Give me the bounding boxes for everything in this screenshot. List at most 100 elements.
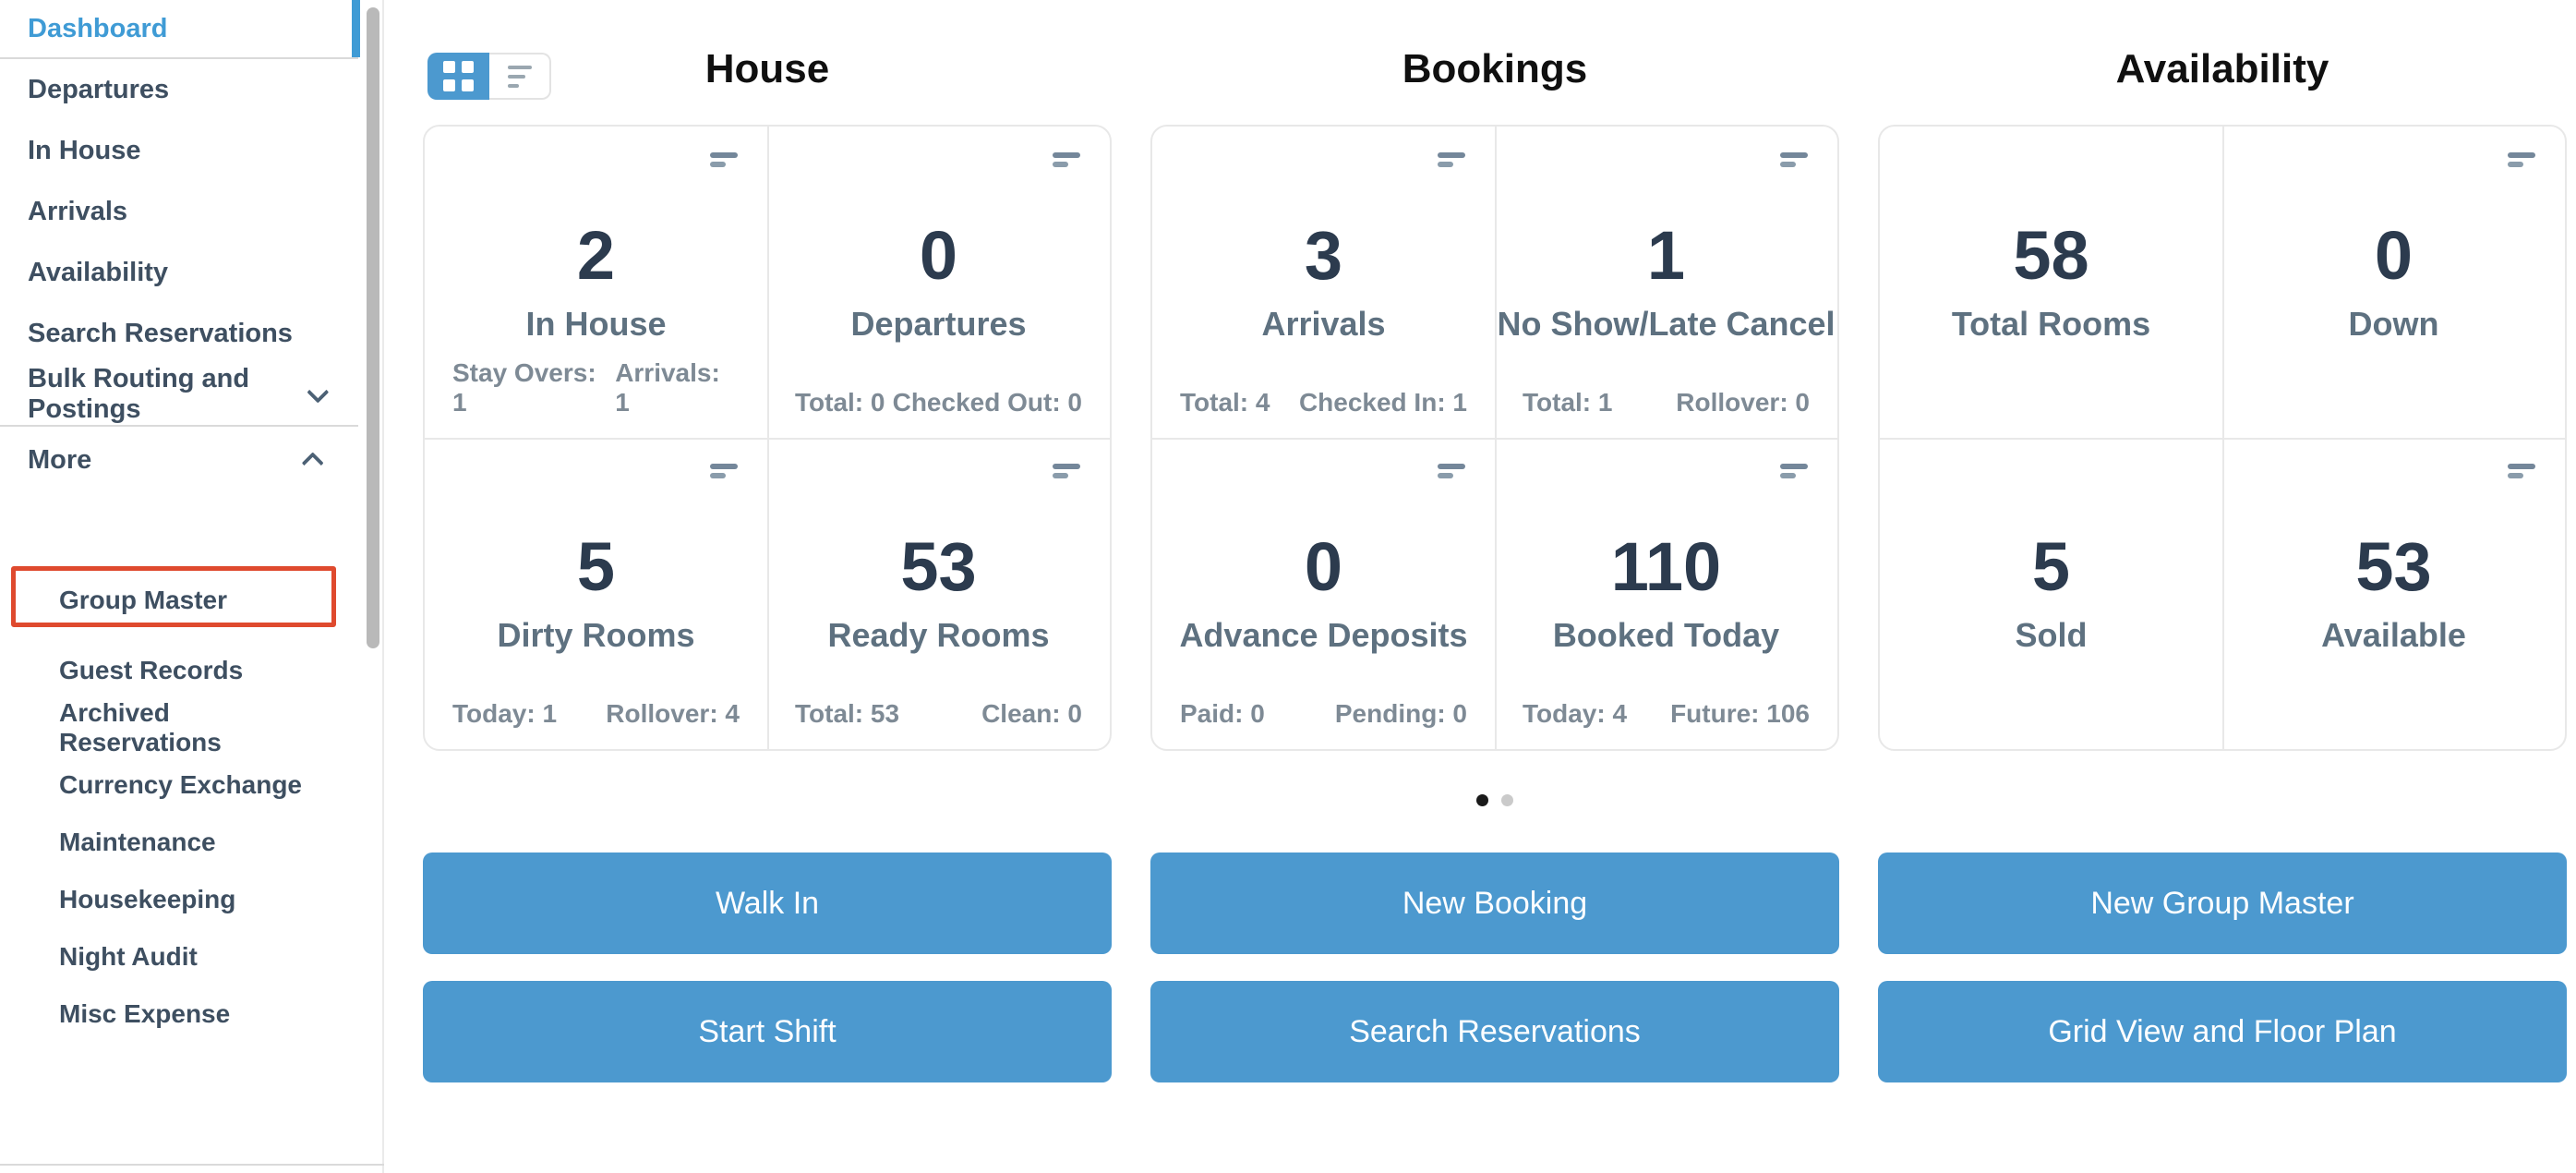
new-booking-button[interactable]: New Booking [1150,853,1839,954]
sidebar-item-bulk-routing-and-postings[interactable]: Bulk Routing and Postings [0,364,382,425]
dashboard-page: Dashboard Departures In House Arrivals A… [0,0,2576,1173]
sidebar: Dashboard Departures In House Arrivals A… [0,0,384,1173]
stat-detail-left: Paid: 0 [1180,699,1265,728]
sidebar-item-label: Search Reservations [28,318,293,348]
stat-detail-right: Clean: 0 [981,699,1082,728]
sidebar-scrollbar[interactable] [367,7,379,648]
stat-value: 5 [576,527,616,605]
stat-detail-left: Total: 0 [795,388,885,417]
stat-detail-right: Rollover: 0 [1676,388,1810,417]
sidebar-item-departures[interactable]: Departures [0,59,382,120]
sidebar-item-label: Dashboard [28,13,168,43]
search-reservations-button[interactable]: Search Reservations [1150,981,1839,1082]
stat-card-sold[interactable]: 5 Sold [1880,438,2222,749]
sidebar-item-archived-reservations[interactable]: Archived Reservations [0,698,382,756]
stat-value: 1 [1646,216,1686,294]
stat-card-available[interactable]: 53 Available [2222,438,2565,749]
stat-card-booked-today[interactable]: 110 Booked Today Today: 4 Future: 106 [1495,438,1837,749]
stat-card-advance-deposits[interactable]: 0 Advance Deposits Paid: 0 Pending: 0 [1152,438,1495,749]
sidebar-item-maintenance[interactable]: Maintenance [0,814,382,871]
stat-value: 53 [2355,527,2432,605]
bookings-section-card: 3 Arrivals Total: 4 Checked In: 1 1 No S… [1150,125,1839,751]
availability-section-card: 58 Total Rooms 0 Down 5 Sold 53 Availabl… [1878,125,2567,751]
stat-detail-left: Total: 1 [1523,388,1613,417]
stat-card-ready-rooms[interactable]: 53 Ready Rooms Total: 53 Clean: 0 [767,438,1110,749]
stat-card-dirty-rooms[interactable]: 5 Dirty Rooms Today: 1 Rollover: 4 [425,438,767,749]
card-menu-icon[interactable] [2508,464,2535,478]
section-headers: House Bookings Availability [423,46,2567,92]
sidebar-item-group-master[interactable]: Group Master [0,566,382,629]
sidebar-item-label: Currency Exchange [59,770,302,799]
card-menu-icon[interactable] [1438,152,1465,167]
sidebar-item-label: Guest Records [59,656,244,684]
sidebar-item-label: Archived Reservations [59,698,222,756]
stat-card-in-house[interactable]: 2 In House Stay Overs: 1 Arrivals: 1 [425,127,767,438]
section-title-bookings: Bookings [1402,46,1588,91]
stat-value: 2 [576,216,616,294]
carousel-pagination [423,794,2567,806]
new-group-master-button[interactable]: New Group Master [1878,853,2567,954]
chevron-down-icon [307,381,330,404]
card-menu-icon[interactable] [1053,464,1080,478]
stat-value: 5 [2031,527,2071,605]
sidebar-item-label: Misc Expense [59,999,231,1028]
sidebar-item-currency-exchange[interactable]: Currency Exchange [0,756,382,814]
stat-label: Ready Rooms [827,615,1050,654]
sidebar-item-dashboard[interactable]: Dashboard [0,0,382,57]
sidebar-item-arrivals[interactable]: Arrivals [0,181,382,242]
stat-value: 53 [900,527,977,605]
section-title-house: House [704,46,830,91]
sidebar-item-label: Night Audit [59,942,198,971]
section-title-availability: Availability [2115,46,2329,91]
sidebar-item-housekeeping[interactable]: Housekeeping [0,871,382,928]
sidebar-item-label: More [28,444,92,475]
sidebar-item-more[interactable]: More [0,427,382,493]
walk-in-button[interactable]: Walk In [423,853,1112,954]
grid-view-floor-plan-button[interactable]: Grid View and Floor Plan [1878,981,2567,1082]
quick-actions: Walk In New Booking New Group Master Sta… [423,853,2567,1082]
stat-label: Departures [850,304,1027,343]
stat-card-departures[interactable]: 0 Departures Total: 0 Checked Out: 0 [767,127,1110,438]
stat-label: No Show/Late Cancel [1497,304,1836,343]
start-shift-button[interactable]: Start Shift [423,981,1112,1082]
stat-card-down[interactable]: 0 Down [2222,127,2565,438]
stat-detail-left: Total: 53 [795,699,900,728]
stat-label: Total Rooms [1951,304,2151,343]
sidebar-item-search-reservations[interactable]: Search Reservations [0,303,382,364]
house-section-card: 2 In House Stay Overs: 1 Arrivals: 1 0 D… [423,125,1112,751]
card-menu-icon[interactable] [710,152,738,167]
sidebar-item-guest-records[interactable]: Guest Records [0,642,382,699]
stat-value: 3 [1304,216,1343,294]
stat-label: Sold [2015,615,2088,654]
stat-detail-right: Checked In: 1 [1298,388,1467,417]
card-menu-icon[interactable] [1780,152,1808,167]
pagination-dot-2[interactable] [1501,794,1513,806]
stat-label: Down [2348,304,2439,343]
sidebar-item-misc-expense[interactable]: Misc Expense [0,986,382,1043]
sidebar-item-availability[interactable]: Availability [0,242,382,303]
stat-card-total-rooms[interactable]: 58 Total Rooms [1880,127,2222,438]
stat-label: Advance Deposits [1179,615,1468,654]
stat-sections: 2 In House Stay Overs: 1 Arrivals: 1 0 D… [423,125,2567,751]
stat-detail-right: Checked Out: 0 [892,388,1082,417]
stat-value: 110 [1610,527,1722,605]
stat-label: Arrivals [1261,304,1386,343]
stat-detail-left: Total: 4 [1180,388,1270,417]
stat-value: 0 [1304,527,1343,605]
pagination-dot-1[interactable] [1476,794,1488,806]
sidebar-item-night-audit[interactable]: Night Audit [0,928,382,986]
card-menu-icon[interactable] [1438,464,1465,478]
card-menu-icon[interactable] [1780,464,1808,478]
sidebar-item-in-house[interactable]: In House [0,120,382,181]
card-menu-icon[interactable] [1053,152,1080,167]
sidebar-item-label: Group Master [59,586,228,614]
stat-label: Dirty Rooms [497,615,695,654]
sidebar-item-label: Housekeeping [59,885,236,913]
card-menu-icon[interactable] [2508,152,2535,167]
stat-card-arrivals[interactable]: 3 Arrivals Total: 4 Checked In: 1 [1152,127,1495,438]
card-menu-icon[interactable] [710,464,738,478]
stat-detail-left: Today: 1 [452,699,558,728]
stat-value: 0 [2374,216,2413,294]
stat-label: Booked Today [1552,615,1780,654]
stat-card-no-show-late-cancel[interactable]: 1 No Show/Late Cancel Total: 1 Rollover:… [1495,127,1837,438]
